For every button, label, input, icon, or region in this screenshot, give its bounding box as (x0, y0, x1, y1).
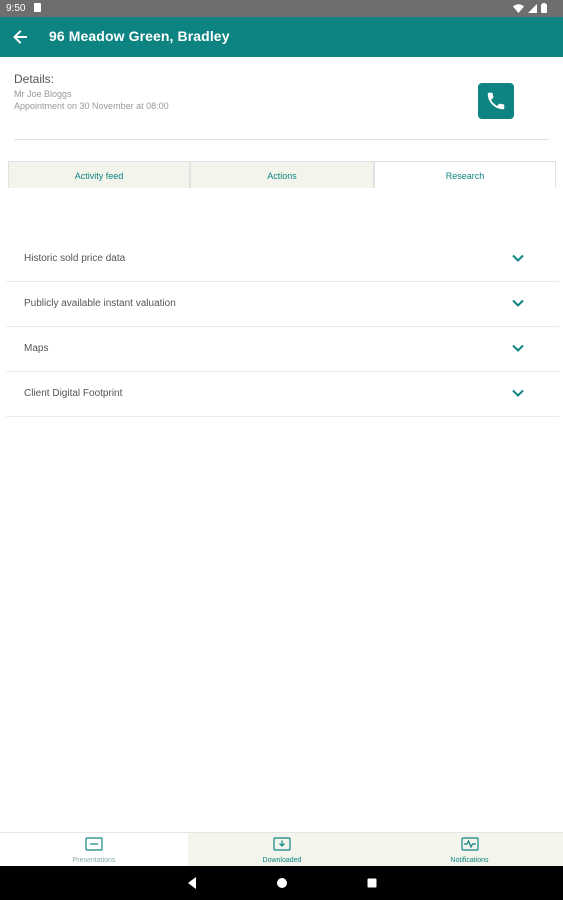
appointment-text: Appointment on 30 November at 08:00 (14, 101, 169, 111)
sim-card-icon (34, 3, 41, 12)
wifi-icon (513, 3, 524, 13)
page-title: 96 Meadow Green, Bradley (49, 28, 230, 44)
list-item-historic-sold-price[interactable]: Historic sold price data (6, 237, 559, 282)
battery-icon (541, 3, 547, 13)
nav-notifications-label: Notifications (450, 857, 489, 864)
back-triangle-icon[interactable] (186, 876, 198, 890)
chevron-down-icon[interactable] (511, 386, 525, 400)
call-button[interactable] (478, 83, 514, 119)
signal-icon (528, 3, 537, 13)
list-item-label: Historic sold price data (24, 253, 126, 264)
details-label: Details: (14, 72, 55, 86)
tab-actions[interactable]: Actions (190, 161, 374, 188)
system-navigation-bar (0, 866, 563, 900)
status-icons (513, 3, 547, 13)
list-item-label: Client Digital Footprint (24, 388, 123, 399)
nav-notifications[interactable]: Notifications (376, 833, 563, 867)
download-icon (273, 837, 291, 851)
chevron-down-icon[interactable] (511, 296, 525, 310)
research-list: Historic sold price data Publicly availa… (6, 237, 559, 417)
chevron-down-icon[interactable] (511, 251, 525, 265)
details-divider (14, 139, 549, 140)
tab-bar: Activity feed Actions Research (8, 161, 556, 189)
list-item-maps[interactable]: Maps (6, 327, 559, 372)
home-circle-icon[interactable] (276, 876, 288, 890)
list-item-client-digital-footprint[interactable]: Client Digital Footprint (6, 372, 559, 417)
list-item-instant-valuation[interactable]: Publicly available instant valuation (6, 282, 559, 327)
status-bar: 9:50 (0, 0, 563, 17)
chevron-down-icon[interactable] (511, 341, 525, 355)
back-arrow-icon[interactable] (10, 27, 30, 47)
phone-icon (487, 92, 505, 110)
client-name: Mr Joe Bloggs (14, 89, 72, 99)
nav-downloaded-label: Downloaded (262, 857, 302, 864)
nav-downloaded[interactable]: Downloaded (188, 833, 376, 867)
list-item-label: Publicly available instant valuation (24, 298, 176, 309)
bottom-navigation: Presentations Downloaded Notifications (0, 832, 563, 867)
list-item-label: Maps (24, 343, 49, 354)
nav-presentations-label: Presentations (72, 857, 116, 864)
nav-presentations[interactable]: Presentations (0, 833, 188, 867)
tab-research[interactable]: Research (374, 161, 556, 188)
details-section: Details: Mr Joe Bloggs Appointment on 30… (14, 72, 169, 111)
status-time: 9:50 (6, 3, 26, 14)
activity-icon (460, 837, 479, 851)
app-bar: 96 Meadow Green, Bradley (0, 17, 563, 57)
presentation-icon (85, 837, 103, 851)
tab-activity-feed[interactable]: Activity feed (8, 161, 190, 188)
recents-square-icon[interactable] (366, 876, 378, 890)
